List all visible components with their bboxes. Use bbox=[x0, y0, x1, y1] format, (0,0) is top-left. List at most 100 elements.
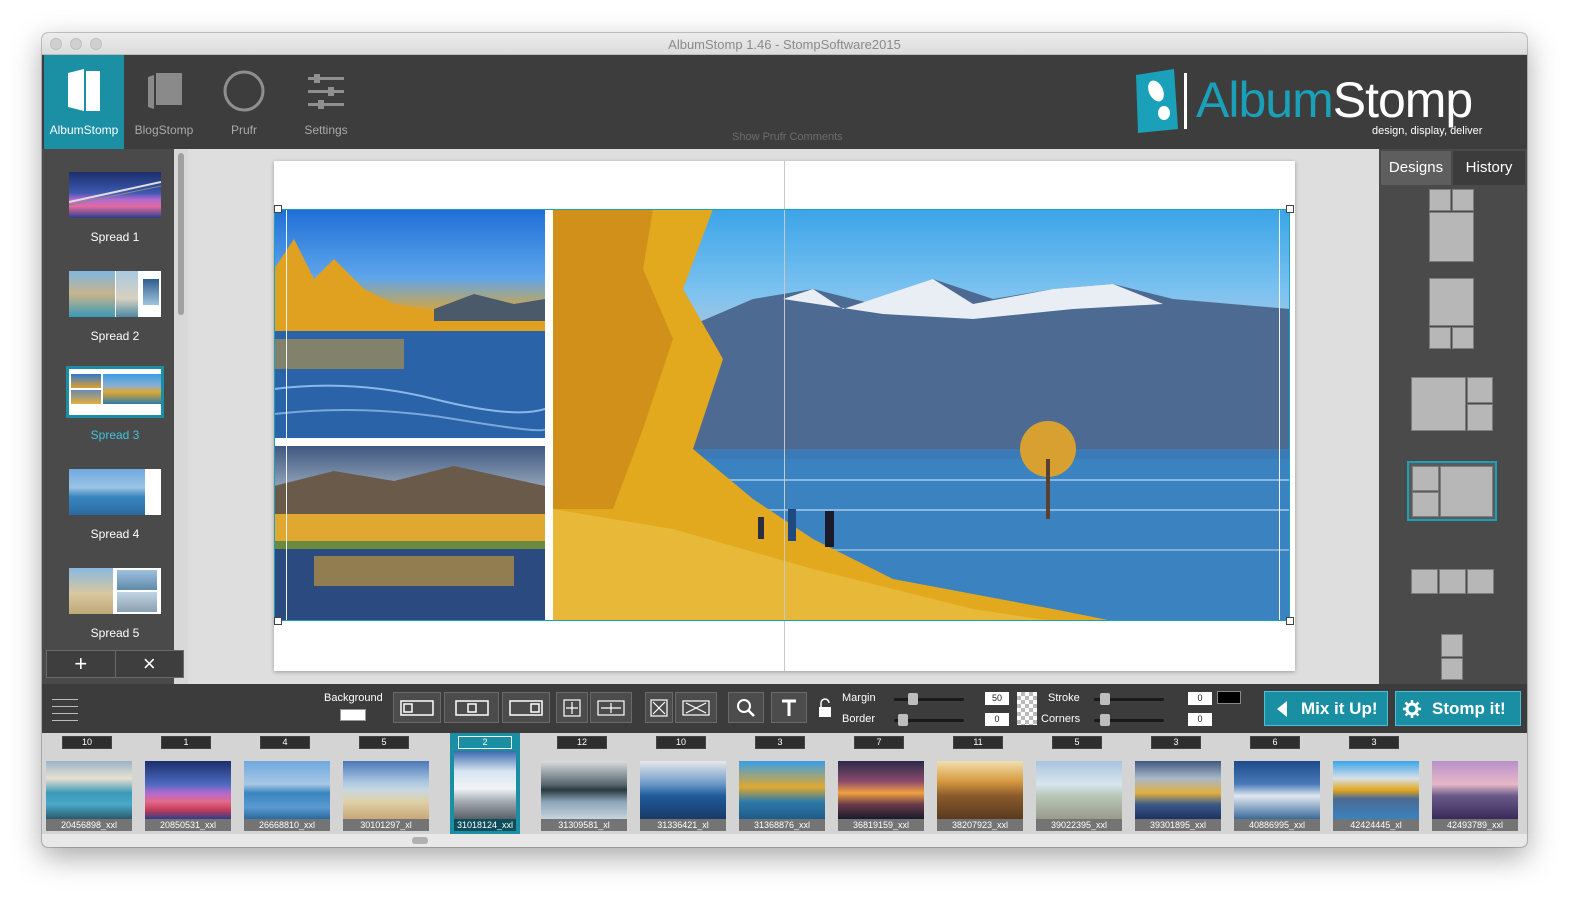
layout-option-selected[interactable] bbox=[1407, 461, 1497, 521]
spread-thumbnail[interactable] bbox=[69, 271, 161, 317]
title-bar: AlbumStomp 1.46 - StompSoftware2015 bbox=[42, 33, 1527, 55]
filmstrip-item[interactable]: 3 39301895_xxl bbox=[1131, 733, 1225, 834]
filmstrip-scrollbar[interactable] bbox=[42, 834, 1527, 847]
usage-count-badge: 1 bbox=[161, 736, 211, 749]
align-left-button[interactable] bbox=[393, 692, 441, 723]
filename-label: 31336421_xl bbox=[640, 819, 726, 831]
filename-label: 30101297_xl bbox=[343, 819, 429, 831]
filename-label: 20850531_xxl bbox=[145, 819, 231, 831]
fit-image-button[interactable] bbox=[645, 692, 673, 723]
stroke-label: Stroke bbox=[1048, 692, 1080, 704]
lock-icon[interactable] bbox=[818, 698, 832, 718]
hamburger-menu-icon[interactable] bbox=[52, 699, 78, 727]
margin-guide bbox=[1279, 209, 1280, 621]
photo-frame[interactable] bbox=[274, 209, 545, 438]
stroke-color-swatch[interactable] bbox=[1217, 691, 1241, 704]
resize-handle[interactable] bbox=[1286, 205, 1294, 213]
stomp-it-button[interactable]: Stomp it! bbox=[1395, 691, 1521, 726]
stomp-it-label: Stomp it! bbox=[1432, 699, 1506, 718]
fill-image-button[interactable] bbox=[675, 692, 717, 723]
tab-history[interactable]: History bbox=[1453, 151, 1525, 185]
tool-blogstomp[interactable]: BlogStomp bbox=[124, 55, 204, 149]
align-center-icon bbox=[454, 699, 489, 716]
align-center-button[interactable] bbox=[444, 692, 499, 723]
filmstrip-item[interactable]: 6 40886995_xxl bbox=[1230, 733, 1324, 834]
expand-arrows-icon bbox=[597, 699, 625, 716]
remove-spread-button[interactable]: × bbox=[116, 651, 184, 677]
tool-albumstomp[interactable]: AlbumStomp bbox=[44, 55, 124, 149]
spread-thumbnail[interactable] bbox=[69, 568, 161, 614]
spread-label[interactable]: Spread 1 bbox=[42, 230, 188, 244]
filmstrip-item[interactable]: 1 20850531_xxl bbox=[141, 733, 235, 834]
photo-frame[interactable] bbox=[553, 209, 1290, 621]
align-right-button[interactable] bbox=[502, 692, 550, 723]
align-right-icon bbox=[509, 699, 543, 716]
filmstrip-item[interactable]: 7 36819159_xxl bbox=[834, 733, 928, 834]
resize-handle[interactable] bbox=[274, 617, 282, 625]
add-spread-button[interactable]: + bbox=[47, 651, 116, 677]
mix-it-up-label: Mix it Up! bbox=[1301, 699, 1378, 718]
filename-label: 42493789_xxl bbox=[1432, 819, 1518, 831]
spread-label[interactable]: Spread 5 bbox=[42, 626, 188, 640]
resize-handle[interactable] bbox=[1286, 617, 1294, 625]
stroke-slider-knob[interactable] bbox=[1100, 693, 1110, 705]
show-prufr-comments-link[interactable]: Show Prufr Comments bbox=[732, 131, 843, 143]
text-icon bbox=[782, 699, 796, 716]
corners-slider-knob[interactable] bbox=[1100, 714, 1110, 726]
move-arrows-icon bbox=[563, 698, 581, 717]
tool-label: Settings bbox=[304, 123, 348, 137]
filename-label: 36819159_xxl bbox=[838, 819, 924, 831]
filename-label: 39022395_xxl bbox=[1036, 819, 1122, 831]
controls-bar: Background Margin 50 Border 0 Stroke 0 C… bbox=[42, 684, 1527, 733]
usage-count-badge: 11 bbox=[953, 736, 1003, 749]
border-slider-knob[interactable] bbox=[898, 714, 908, 726]
filmstrip-scrollbar-thumb[interactable] bbox=[412, 837, 428, 844]
filmstrip-item[interactable]: 5 39022395_xxl bbox=[1032, 733, 1126, 834]
resize-handle[interactable] bbox=[274, 205, 282, 213]
spread-label[interactable]: Spread 2 bbox=[42, 329, 188, 343]
filmstrip-item[interactable]: 12 31309581_xl bbox=[537, 733, 631, 834]
usage-count-badge: 10 bbox=[62, 736, 112, 749]
album-spread-page[interactable] bbox=[274, 161, 1295, 671]
border-value-field[interactable]: 0 bbox=[985, 713, 1009, 726]
filmstrip-item[interactable]: 3 42424445_xl bbox=[1329, 733, 1423, 834]
app-window: AlbumStomp 1.46 - StompSoftware2015 Albu… bbox=[42, 33, 1527, 847]
grow-icon bbox=[682, 699, 710, 716]
spreads-scrollbar-thumb[interactable] bbox=[178, 153, 184, 315]
tool-prufr[interactable]: Prufr bbox=[204, 55, 284, 149]
margin-label: Margin bbox=[842, 692, 876, 704]
fill-frame-button[interactable] bbox=[590, 692, 632, 723]
zoom-button[interactable] bbox=[728, 692, 764, 723]
background-transparency-swatch[interactable] bbox=[1017, 692, 1037, 725]
filmstrip-item-selected[interactable]: 2 31018124_xxl bbox=[450, 733, 520, 834]
fit-frame-button[interactable] bbox=[556, 692, 588, 723]
filmstrip-item[interactable]: 4 26668810_xxl bbox=[240, 733, 334, 834]
tool-label: AlbumStomp bbox=[49, 123, 119, 137]
corners-value-field[interactable]: 0 bbox=[1188, 713, 1212, 726]
spread-thumbnail[interactable] bbox=[69, 469, 161, 515]
tool-settings[interactable]: Settings bbox=[286, 55, 366, 149]
mix-it-up-button[interactable]: Mix it Up! bbox=[1264, 691, 1388, 726]
margin-slider[interactable] bbox=[894, 698, 964, 701]
filmstrip-item[interactable]: 11 38207923_xxl bbox=[933, 733, 1027, 834]
stroke-value-field[interactable]: 0 bbox=[1188, 692, 1212, 705]
spread-thumbnail[interactable] bbox=[69, 172, 161, 218]
filmstrip-item[interactable]: 3 31368876_xxl bbox=[735, 733, 829, 834]
filmstrip-item[interactable]: 5 30101297_xl bbox=[339, 733, 433, 834]
background-color-swatch[interactable] bbox=[340, 709, 366, 721]
margin-value-field[interactable]: 50 bbox=[985, 692, 1009, 705]
filmstrip-item[interactable]: 10 31336421_xl bbox=[636, 733, 730, 834]
blog-icon bbox=[148, 73, 182, 109]
filmstrip-item[interactable]: 42493789_xxl bbox=[1428, 733, 1522, 834]
spread-actions: + × bbox=[46, 650, 184, 678]
spread-label[interactable]: Spread 4 bbox=[42, 527, 188, 541]
photo-frame[interactable] bbox=[274, 446, 545, 621]
add-text-button[interactable] bbox=[771, 692, 807, 723]
margin-slider-knob[interactable] bbox=[908, 693, 918, 705]
gear-icon bbox=[1403, 700, 1421, 718]
spread-thumbnail-selected[interactable] bbox=[66, 366, 164, 418]
spread-label-selected[interactable]: Spread 3 bbox=[42, 428, 188, 442]
tab-designs[interactable]: Designs bbox=[1381, 151, 1451, 185]
filmstrip-item[interactable]: 10 20456898_xxl bbox=[42, 733, 136, 834]
lake-photo bbox=[274, 239, 545, 438]
